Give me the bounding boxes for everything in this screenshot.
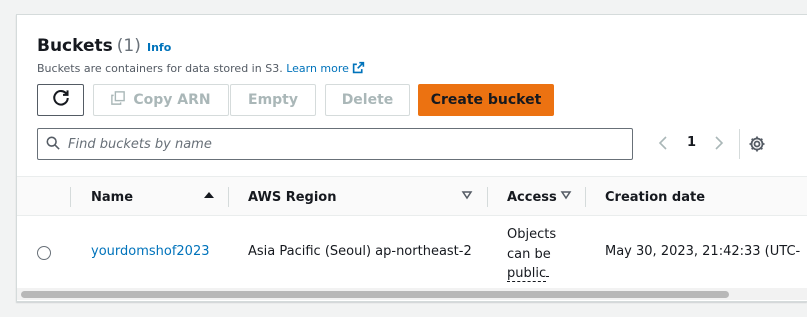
sort-ascending-icon <box>203 189 215 205</box>
column-header-name[interactable]: Name <box>91 177 221 217</box>
buckets-panel: Buckets (1) Info Buckets are containers f… <box>16 14 807 302</box>
column-separator <box>585 187 586 207</box>
table-row: yourdomshof2023 Asia Pacific (Seoul) ap-… <box>17 216 807 286</box>
sort-caret-down-icon <box>461 189 473 205</box>
access-line: can be <box>507 246 551 262</box>
empty-button[interactable]: Empty <box>230 84 316 116</box>
description: Buckets are containers for data stored i… <box>37 61 365 77</box>
page-title: Buckets (1) <box>37 36 141 56</box>
access-line: public <box>507 266 547 282</box>
bucket-access: Objects can be public <box>507 225 567 284</box>
column-separator <box>487 187 488 207</box>
gear-icon <box>747 136 767 158</box>
previous-page-button[interactable] <box>653 133 673 153</box>
column-header-creation-date[interactable]: Creation date <box>605 177 705 217</box>
info-link[interactable]: Info <box>147 41 171 54</box>
next-page-button[interactable] <box>709 133 729 153</box>
column-label: Access <box>507 189 557 205</box>
bucket-name-link[interactable]: yourdomshof2023 <box>91 244 210 259</box>
copy-icon <box>111 91 126 109</box>
external-link-icon <box>352 61 365 77</box>
scrollbar-thumb[interactable] <box>21 291 729 298</box>
create-bucket-button[interactable]: Create bucket <box>418 84 554 116</box>
learn-more-link[interactable]: Learn more <box>286 61 365 77</box>
search-input[interactable] <box>68 136 608 152</box>
search-icon <box>46 135 60 154</box>
pager-divider <box>739 129 740 159</box>
learn-more-label: Learn more <box>286 62 349 75</box>
row-select-radio[interactable] <box>37 246 51 260</box>
title-text: Buckets <box>37 36 113 56</box>
delete-button[interactable]: Delete <box>325 84 410 116</box>
copy-arn-button[interactable]: Copy ARN <box>93 84 229 116</box>
column-label: AWS Region <box>248 189 337 205</box>
column-label: Creation date <box>605 189 706 205</box>
sort-caret-down-icon <box>560 189 572 205</box>
bucket-region: Asia Pacific (Seoul) ap-northeast-2 <box>248 244 472 259</box>
access-underline <box>546 276 550 277</box>
column-separator <box>70 187 71 207</box>
description-text: Buckets are containers for data stored i… <box>37 62 283 75</box>
table-header: Name AWS Region Access Creation date <box>17 176 807 216</box>
chevron-left-icon <box>653 136 673 157</box>
refresh-icon <box>52 89 70 111</box>
horizontal-scrollbar[interactable] <box>17 288 807 300</box>
bucket-count: (1) <box>116 36 141 56</box>
copy-arn-label: Copy ARN <box>133 92 211 108</box>
access-line: Objects <box>507 227 557 242</box>
search-field[interactable] <box>37 128 633 160</box>
refresh-button[interactable] <box>37 84 84 116</box>
column-separator <box>228 187 229 207</box>
column-header-region[interactable]: AWS Region <box>248 177 478 217</box>
column-header-access[interactable]: Access <box>507 177 577 217</box>
chevron-right-icon <box>709 136 729 157</box>
current-page[interactable]: 1 <box>687 135 696 150</box>
preferences-button[interactable] <box>747 134 767 154</box>
bucket-creation-date: May 30, 2023, 21:42:33 (UTC- <box>605 244 801 259</box>
column-label: Name <box>91 189 134 205</box>
